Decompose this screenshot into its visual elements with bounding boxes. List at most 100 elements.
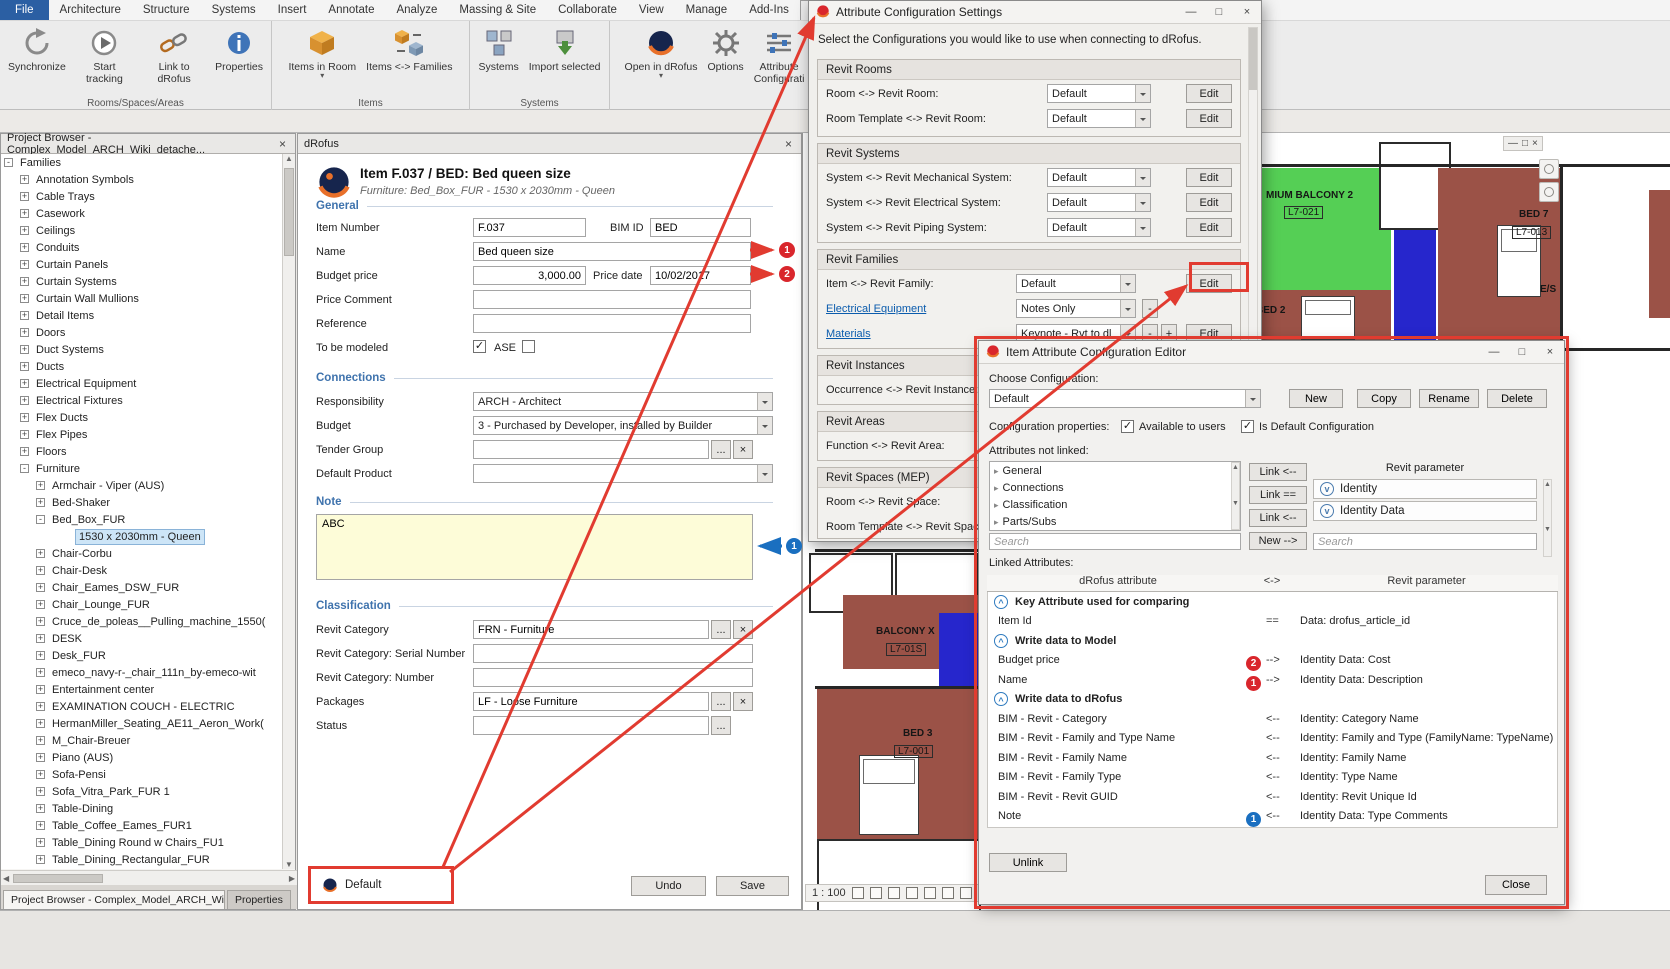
tree-item[interactable]: + Doors (1, 324, 284, 341)
ribbon-tab[interactable]: Analyze (385, 0, 448, 20)
tree-item-label[interactable]: Curtain Systems (33, 275, 120, 289)
tree-item-label[interactable]: Doors (33, 326, 68, 340)
tree-expander-icon[interactable]: - (36, 515, 45, 524)
tree-expander-icon[interactable]: + (36, 668, 45, 677)
tree-expander-icon[interactable]: + (20, 175, 29, 184)
tree-item[interactable]: + Table_Dining_Rectangular_FUR (1, 851, 284, 868)
tree-item[interactable]: + Chair_Lounge_FUR (1, 596, 284, 613)
tree-item[interactable]: + Ceilings (1, 222, 284, 239)
tree-expander-icon[interactable]: + (20, 447, 29, 456)
configuration-dropdown[interactable]: Default (1016, 274, 1136, 293)
view-scale[interactable]: 1 : 100 (812, 887, 846, 899)
tree-expander-icon[interactable]: + (36, 804, 45, 813)
configuration-dropdown[interactable]: Notes Only (1016, 299, 1136, 318)
tree-expander-icon[interactable]: + (36, 651, 45, 660)
tree-expander-icon[interactable]: + (36, 685, 45, 694)
start-tracking-button[interactable]: Start tracking (72, 24, 137, 88)
tree-expander-icon[interactable]: + (20, 311, 29, 320)
tree-item[interactable]: + M_Chair-Breuer (1, 732, 284, 749)
restore-icon[interactable]: □ (1522, 138, 1528, 149)
configuration-dropdown[interactable]: Default (1047, 193, 1151, 212)
tree-expander-icon[interactable]: + (36, 600, 45, 609)
tree-expander-icon[interactable]: + (20, 396, 29, 405)
tab-properties[interactable]: Properties (227, 890, 291, 909)
configuration-dropdown[interactable]: Default (1047, 84, 1151, 103)
tree-item[interactable]: + EXAMINATION COUCH - ELECTRIC (1, 698, 284, 715)
tree-item-label[interactable]: Conduits (33, 241, 82, 255)
revit-category-clear-button[interactable]: × (733, 620, 753, 639)
tree-item-label[interactable]: Table-Dining (49, 802, 116, 816)
revit-category-field[interactable] (473, 620, 709, 639)
tree-item[interactable]: + Piano (AUS) (1, 749, 284, 766)
items-families-button[interactable]: Items <-> Families (362, 24, 456, 76)
packages-field[interactable] (473, 692, 709, 711)
price-date-field[interactable] (650, 266, 751, 285)
tree-item[interactable]: + Chair-Desk (1, 562, 284, 579)
tree-item-label[interactable]: Annotation Symbols (33, 173, 137, 187)
ase-checkbox[interactable] (522, 340, 535, 353)
chevron-down-icon[interactable] (757, 417, 772, 434)
tree-item-label[interactable]: Desk_FUR (49, 649, 109, 663)
tree-expander-icon[interactable]: + (36, 770, 45, 779)
synchronize-button[interactable]: Synchronize (4, 24, 70, 76)
status-browse-button[interactable]: ... (711, 716, 731, 735)
tree-item-label[interactable]: Cruce_de_poleas__Pulling_machine_1550( (49, 615, 268, 629)
tree-item-label[interactable]: Casework (33, 207, 88, 221)
tree-expander-icon[interactable]: + (20, 260, 29, 269)
tree-item-label[interactable]: Electrical Fixtures (33, 394, 126, 408)
tree-horizontal-scrollbar[interactable]: ◀ ▶ (1, 870, 297, 885)
edit-button[interactable]: Edit (1186, 168, 1232, 187)
tree-item[interactable]: + Flex Ducts (1, 409, 284, 426)
tree-item-label[interactable]: DESK (49, 632, 85, 646)
reference-field[interactable] (473, 314, 751, 333)
tree-item[interactable]: + Floors (1, 443, 284, 460)
ribbon-tab[interactable]: Annotate (317, 0, 385, 20)
tree-item[interactable]: - Families (1, 154, 284, 171)
edit-button[interactable]: Edit (1186, 193, 1232, 212)
remove-button[interactable]: - (1142, 299, 1158, 318)
serial-number-field[interactable] (473, 644, 753, 663)
to-be-modeled-checkbox[interactable]: ✓ (473, 340, 486, 353)
tree-item-label[interactable]: Curtain Wall Mullions (33, 292, 142, 306)
tree-expander-icon[interactable]: - (20, 464, 29, 473)
tree-expander-icon[interactable]: + (20, 413, 29, 422)
dialog-title-bar[interactable]: Attribute Configuration Settings — □ × (809, 1, 1261, 24)
tree-item-label[interactable]: Ducts (33, 360, 67, 374)
tree-item-label[interactable]: Curtain Panels (33, 258, 111, 272)
tree-item-label[interactable]: Bed-Shaker (49, 496, 113, 510)
responsibility-dropdown[interactable]: ARCH - Architect (473, 392, 773, 411)
price-comment-field[interactable] (473, 290, 751, 309)
tree-item[interactable]: - Bed_Box_FUR (1, 511, 284, 528)
tree-item[interactable]: + Electrical Fixtures (1, 392, 284, 409)
tree-item[interactable]: + Detail Items (1, 307, 284, 324)
tree-item[interactable]: + HermanMiller_Seating_AE11_Aeron_Work( (1, 715, 284, 732)
ribbon-tab[interactable]: View (628, 0, 675, 20)
tree-expander-icon[interactable]: + (20, 277, 29, 286)
tab-project-browser[interactable]: Project Browser - Complex_Model_ARCH_Wi.… (3, 890, 225, 909)
close-icon[interactable]: × (276, 137, 289, 151)
tree-item[interactable]: + Chair_Eames_DSW_FUR (1, 579, 284, 596)
ribbon-tab[interactable]: Insert (267, 0, 318, 20)
chevron-down-icon[interactable] (757, 465, 772, 482)
sun-path-icon[interactable] (888, 887, 900, 899)
attribute-configuration-button[interactable]: Attribute Configurati (750, 24, 809, 88)
steering-wheel-icon[interactable] (1539, 159, 1559, 179)
scrollbar-thumb[interactable] (284, 168, 294, 256)
tree-item-label[interactable]: Table_Dining_Rectangular_FUR (49, 853, 213, 867)
note-textarea[interactable]: ABC (316, 514, 753, 580)
tree-expander-icon[interactable]: + (20, 345, 29, 354)
tree-expander-icon[interactable]: + (20, 243, 29, 252)
tree-item-label[interactable]: EXAMINATION COUCH - ELECTRIC (49, 700, 238, 714)
status-field[interactable] (473, 716, 709, 735)
tree-vertical-scrollbar[interactable]: ▲ ▼ (282, 154, 295, 869)
scrollbar-thumb[interactable] (13, 874, 103, 883)
tender-group-clear-button[interactable]: × (733, 440, 753, 459)
tree-item-label[interactable]: Entertainment center (49, 683, 157, 697)
tree-item[interactable]: + Electrical Equipment (1, 375, 284, 392)
tree-item[interactable]: + Entertainment center (1, 681, 284, 698)
tree-expander-icon[interactable]: + (36, 583, 45, 592)
scroll-down-icon[interactable]: ▼ (285, 860, 293, 869)
minimize-icon[interactable]: — (1184, 6, 1198, 18)
tree-item[interactable]: + Curtain Wall Mullions (1, 290, 284, 307)
tree-item[interactable]: + Casework (1, 205, 284, 222)
